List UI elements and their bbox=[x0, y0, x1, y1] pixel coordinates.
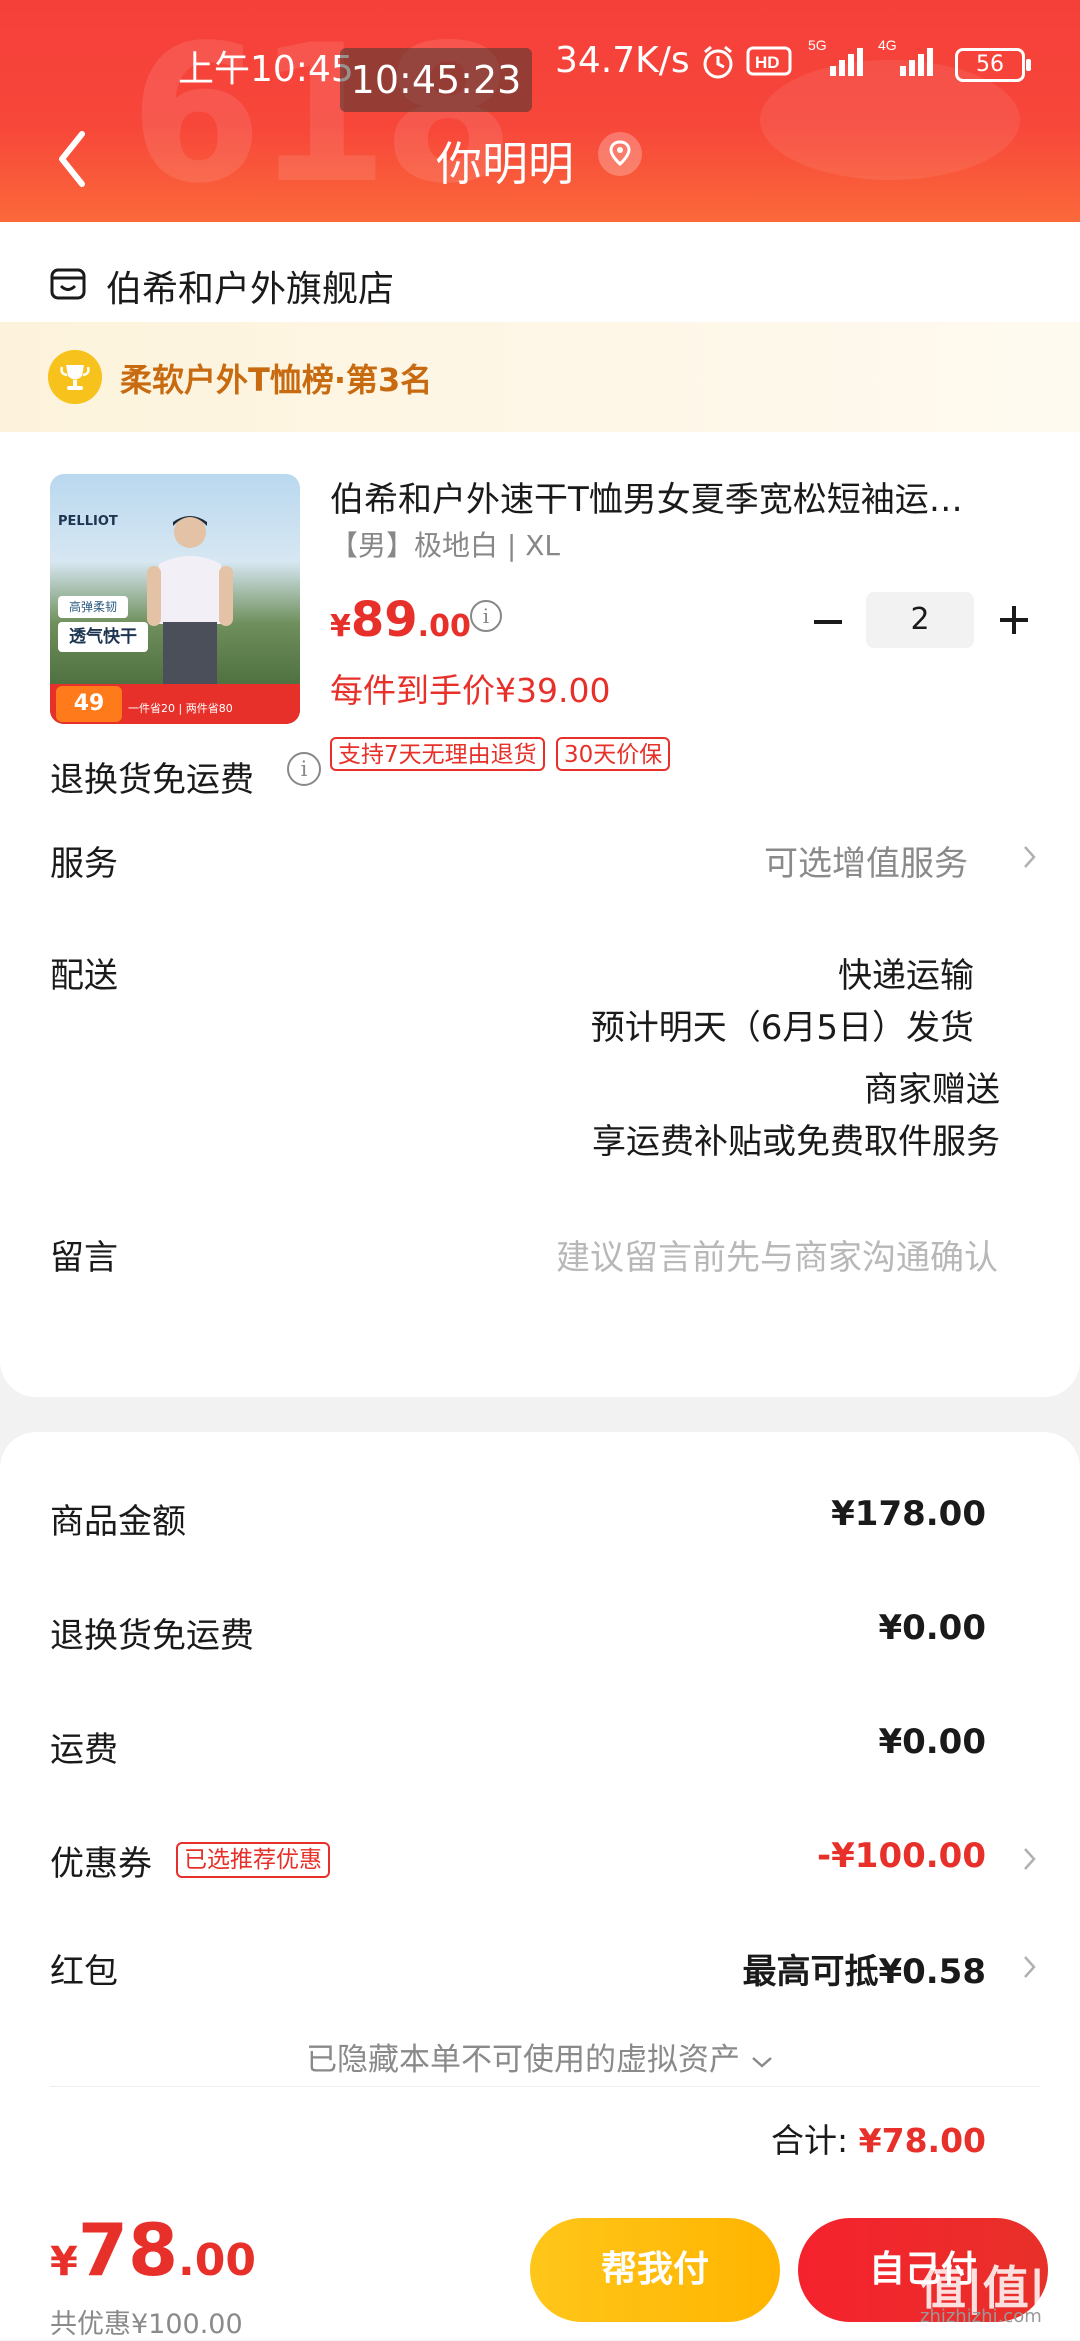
return-shipping-info-icon[interactable] bbox=[287, 752, 321, 786]
divider bbox=[50, 2086, 1040, 2087]
return-fee-label: 退换货免运费 bbox=[50, 1616, 254, 1656]
price-info-icon[interactable] bbox=[470, 600, 502, 632]
return-shipping-value: 商家赠送 bbox=[864, 1070, 1000, 1110]
trophy-icon bbox=[48, 350, 102, 404]
shipping-fee-value: ¥0.00 bbox=[878, 1722, 986, 1762]
pay-decimal: .00 bbox=[178, 2235, 256, 2286]
total-discount: 共优惠¥100.00 bbox=[50, 2309, 243, 2340]
image-tag-breath: 透气快干 bbox=[58, 622, 148, 652]
checkout-bar: ¥78.00 共优惠¥100.00 帮我付 自己付 bbox=[0, 2202, 1080, 2340]
ranking-text: 柔软户外T恤榜·第3名 bbox=[120, 361, 433, 399]
svg-text:5G: 5G bbox=[808, 37, 827, 53]
product-price: ¥89.00 bbox=[330, 592, 471, 648]
return-shipping-label: 退换货免运费 bbox=[50, 760, 254, 800]
signal-5g-icon: 5G bbox=[808, 37, 863, 76]
return-shipping-sub: 享运费补贴或免费取件服务 bbox=[592, 1122, 1000, 1162]
friend-pay-button[interactable]: 帮我付 bbox=[530, 2218, 780, 2322]
alarm-icon bbox=[703, 45, 733, 79]
image-promo-price: 49 bbox=[56, 686, 122, 722]
battery-icon: 56 bbox=[955, 48, 1031, 82]
pay-integer: 78 bbox=[77, 2208, 179, 2292]
chevron-right-icon bbox=[1024, 1848, 1036, 1870]
model-figure bbox=[147, 516, 233, 714]
per-item-price: 每件到手价¥39.00 bbox=[330, 671, 611, 710]
return-policy-tag: 支持7天无理由退货 bbox=[330, 737, 545, 771]
clock-overlay: 10:45:23 bbox=[340, 48, 532, 112]
page-title: 你明明 bbox=[436, 137, 574, 191]
goods-amount-label: 商品金额 bbox=[50, 1502, 186, 1542]
delivery-label: 配送 bbox=[50, 956, 118, 996]
nav-bar: 你明明 bbox=[0, 120, 1080, 200]
order-product-card: 伯希和户外旗舰店 柔软户外T恤榜·第3名 PELLIOT 高弹柔韧 透气快干 4… bbox=[0, 222, 1080, 1397]
red-packet-value: 最高可抵¥0.58 bbox=[742, 1952, 986, 1992]
quantity-input[interactable]: 2 bbox=[866, 592, 974, 648]
watermark-url: zhizhizhi.com bbox=[920, 2306, 1042, 2327]
location-pin-icon[interactable] bbox=[598, 132, 642, 176]
store-name: 伯希和户外旗舰店 bbox=[106, 269, 395, 310]
brand-logo: PELLIOT bbox=[58, 514, 118, 529]
total-value: ¥78.00 bbox=[858, 2121, 986, 2160]
order-summary-card: 商品金额 ¥178.00 退换货免运费 ¥0.00 运费 ¥0.00 优惠券 已… bbox=[0, 1432, 1080, 2202]
return-fee-value: ¥0.00 bbox=[878, 1608, 986, 1648]
chevron-right-icon bbox=[1024, 1956, 1036, 1978]
service-label: 服务 bbox=[50, 844, 118, 884]
red-packet-label: 红包 bbox=[50, 1952, 118, 1992]
message-input[interactable]: 建议留言前先与商家沟通确认 bbox=[556, 1230, 998, 1279]
shipping-fee-label: 运费 bbox=[50, 1730, 118, 1770]
hidden-assets-text: 已隐藏本单不可使用的虚拟资产 bbox=[306, 2042, 741, 2078]
image-tag-soft: 高弹柔韧 bbox=[58, 596, 128, 618]
status-bar: 上午10:45 10:45:23 34.7K/s HD 5G 4G bbox=[0, 26, 1080, 112]
image-promo-text: 一件省20 | 两件省80 bbox=[128, 702, 233, 715]
pay-symbol: ¥ bbox=[50, 2239, 78, 2285]
price-decimal: .00 bbox=[417, 609, 471, 644]
hidden-assets-toggle[interactable]: 已隐藏本单不可使用的虚拟资产 bbox=[0, 2034, 1080, 2079]
hd-icon: HD bbox=[746, 46, 792, 76]
quantity-increase-button[interactable] bbox=[994, 600, 1034, 640]
coupon-label: 优惠券 bbox=[50, 1844, 152, 1884]
order-total: 合计: ¥78.00 bbox=[771, 2114, 986, 2162]
header-bar: 618 上午10:45 10:45:23 34.7K/s HD 5G 4G 56… bbox=[0, 0, 1080, 226]
product-image[interactable]: PELLIOT 高弹柔韧 透气快干 49 一件省20 | 两件省80 bbox=[50, 474, 300, 724]
chevron-down-icon bbox=[752, 2057, 772, 2068]
svg-text:HD: HD bbox=[755, 53, 780, 72]
svg-text:4G: 4G bbox=[878, 37, 897, 53]
goods-amount-value: ¥178.00 bbox=[831, 1494, 986, 1534]
price-symbol: ¥ bbox=[330, 609, 351, 644]
product-title[interactable]: 伯希和户外速干T恤男女夏季宽松短袖运… bbox=[330, 472, 963, 521]
quantity-decrease-button[interactable] bbox=[810, 602, 846, 642]
store-icon bbox=[50, 268, 86, 300]
delivery-method: 快递运输 bbox=[838, 956, 974, 996]
coupon-value: -¥100.00 bbox=[817, 1836, 986, 1876]
status-time: 上午10:45 bbox=[178, 49, 354, 90]
network-speed: 34.7K/s bbox=[555, 40, 690, 81]
product-spec[interactable]: 【男】极地白 | XL bbox=[330, 524, 560, 564]
ranking-banner[interactable]: 柔软户外T恤榜·第3名 bbox=[0, 322, 1080, 432]
service-value: 可选增值服务 bbox=[764, 844, 968, 884]
signal-4g-icon: 4G bbox=[878, 37, 933, 76]
pay-amount: ¥78.00 bbox=[50, 2208, 256, 2292]
chevron-right-icon bbox=[1024, 846, 1036, 868]
total-label: 合计: bbox=[771, 2121, 849, 2160]
price-protect-tag: 30天价保 bbox=[556, 737, 671, 771]
delivery-estimate: 预计明天（6月5日）发货 bbox=[590, 1008, 974, 1048]
coupon-selected-badge: 已选推荐优惠 bbox=[176, 1842, 330, 1878]
message-label: 留言 bbox=[50, 1238, 118, 1278]
price-integer: 89 bbox=[350, 592, 418, 648]
